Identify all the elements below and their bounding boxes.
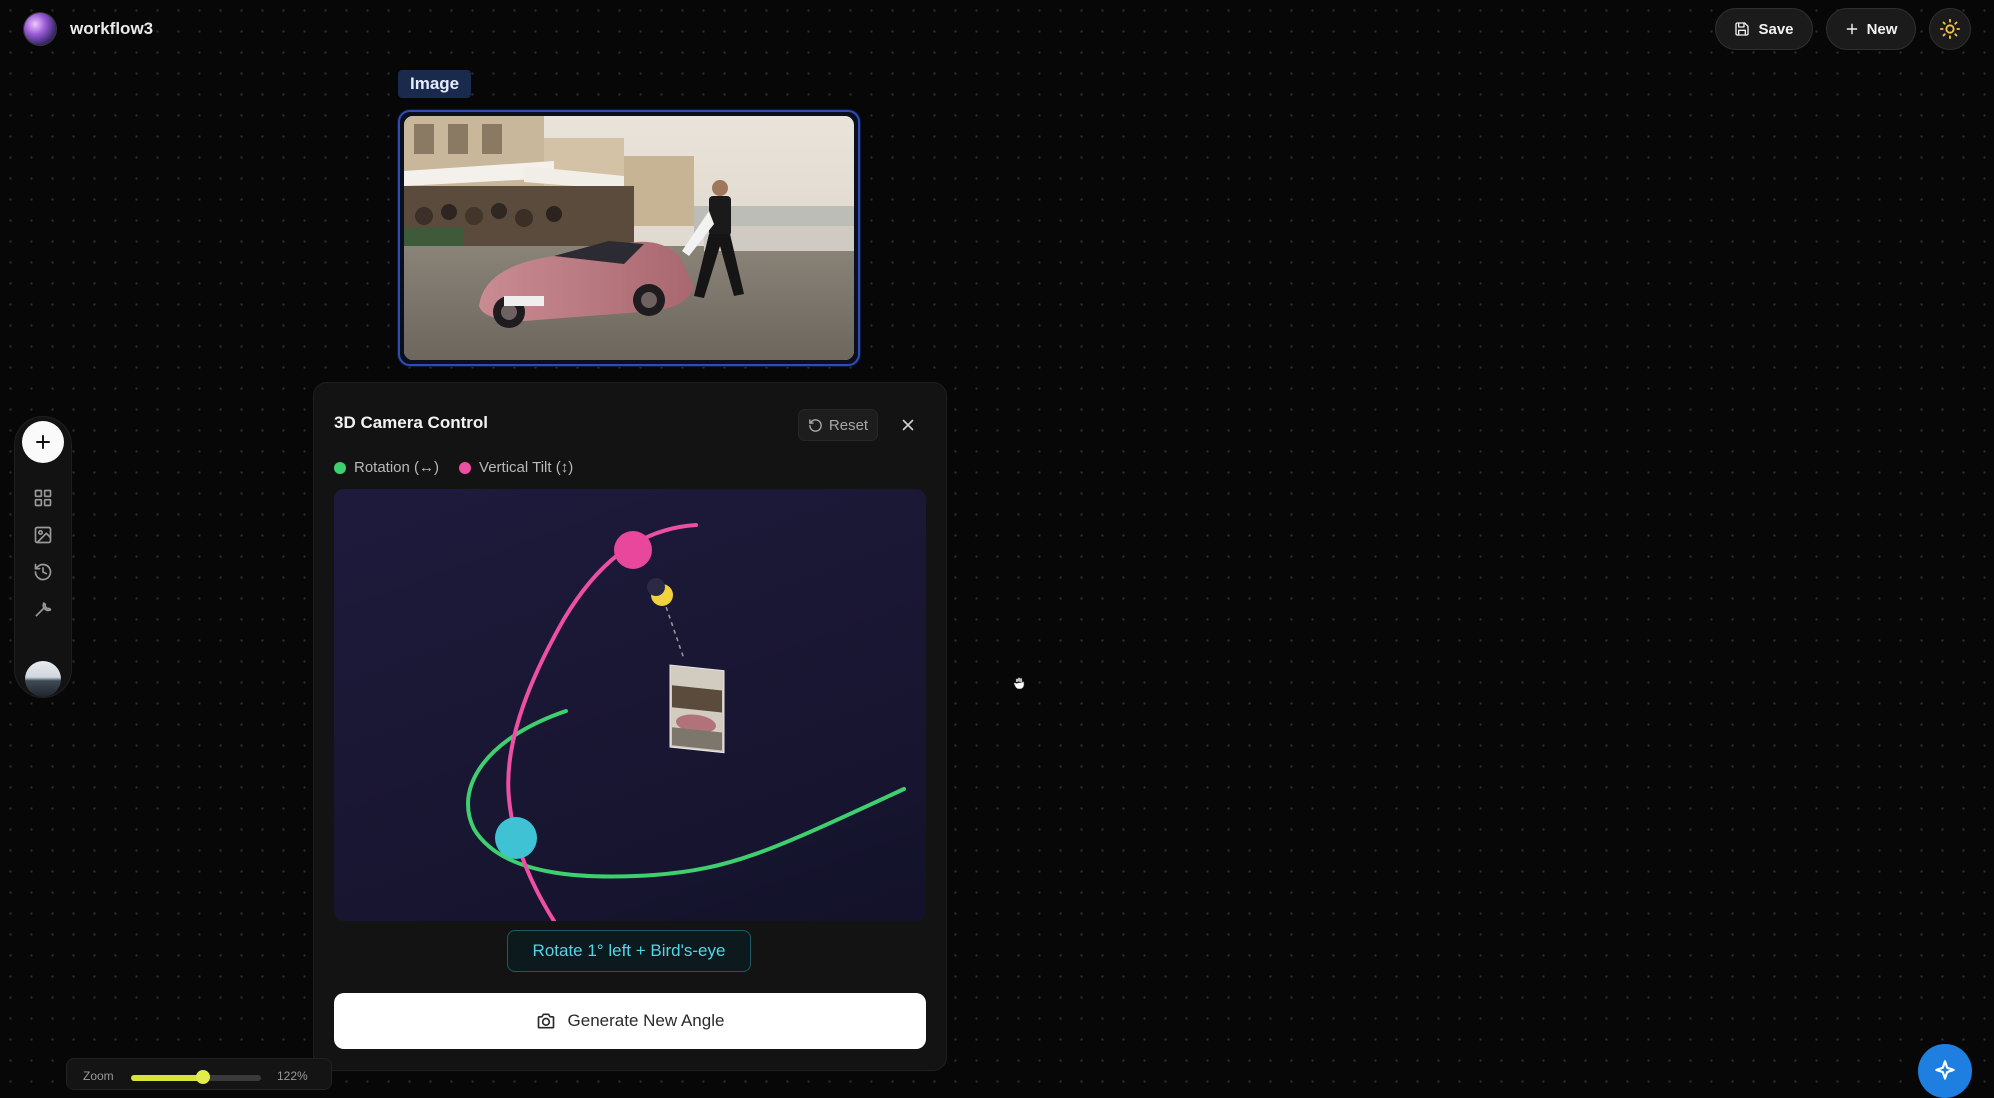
legend-rotation-label: Rotation (↔): [354, 459, 440, 476]
tilt-legend-dot: [459, 461, 472, 474]
history-icon: [34, 563, 52, 581]
zoom-control: Zoom 122%: [66, 1058, 332, 1090]
left-toolbar: [14, 416, 72, 698]
camera-control-panel: 3D Camera Control Reset Rotation (↔) Ver…: [313, 382, 947, 1071]
workflow-header: workflow3: [24, 12, 153, 46]
image-node[interactable]: [398, 110, 860, 366]
save-button[interactable]: Save: [1715, 8, 1813, 50]
add-node-button[interactable]: [22, 421, 64, 463]
reset-button[interactable]: Reset: [798, 409, 878, 441]
generate-new-angle-button[interactable]: Generate New Angle: [334, 993, 926, 1049]
image-icon: [34, 526, 52, 544]
theme-toggle-button[interactable]: [1929, 8, 1971, 50]
camera-legend: Rotation (↔) Vertical Tilt (↕): [334, 459, 573, 476]
legend-rotation: Rotation (↔): [334, 459, 439, 476]
legend-tilt-label: Vertical Tilt (↕): [479, 459, 574, 476]
zoom-label: Zoom: [83, 1069, 114, 1083]
image-node-label[interactable]: Image: [398, 70, 472, 98]
reset-label: Reset: [828, 416, 869, 434]
sun-icon: [1939, 18, 1961, 40]
close-panel-button[interactable]: [894, 411, 922, 439]
floppy-icon: [1735, 22, 1750, 36]
user-avatar[interactable]: [25, 661, 61, 697]
plus-icon: [36, 435, 50, 449]
new-label: New: [1866, 20, 1898, 38]
zoom-value: 122%: [277, 1069, 308, 1083]
close-icon: [902, 419, 914, 431]
zoom-slider-thumb[interactable]: [195, 1070, 210, 1084]
rotate-ccw-icon: [809, 418, 822, 432]
history-tool[interactable]: [32, 561, 54, 583]
angle-description: Rotate 1° left + Bird's-eye: [507, 930, 751, 972]
rotation-handle[interactable]: [495, 817, 537, 859]
rotation-legend-dot: [334, 461, 346, 474]
node-photo: [404, 116, 854, 360]
subject-preview: [669, 664, 725, 754]
new-button[interactable]: New: [1826, 8, 1916, 50]
tools-tool[interactable]: [32, 598, 54, 620]
camera-icon: [537, 1013, 554, 1029]
grid-icon: [34, 489, 52, 507]
legend-tilt: Vertical Tilt (↕): [459, 459, 573, 476]
templates-tool[interactable]: [32, 487, 54, 509]
generate-label: Generate New Angle: [567, 1011, 725, 1030]
sparkle-icon: [1935, 1060, 1955, 1080]
camera-3d-viewport[interactable]: [334, 489, 926, 921]
plus-icon: [1846, 23, 1857, 35]
tilt-handle[interactable]: [614, 531, 652, 569]
app-logo[interactable]: [24, 13, 56, 45]
camera-handle-shade: [647, 578, 665, 596]
save-label: Save: [1758, 20, 1794, 38]
workflow-name[interactable]: workflow3: [70, 19, 153, 39]
wrench-icon: [35, 602, 52, 617]
hand-cursor-icon: [1013, 676, 1027, 695]
assistant-button[interactable]: [1918, 1044, 1972, 1098]
panel-title: 3D Camera Control: [334, 413, 488, 432]
assets-tool[interactable]: [32, 524, 54, 546]
zoom-slider-fill: [131, 1075, 203, 1081]
